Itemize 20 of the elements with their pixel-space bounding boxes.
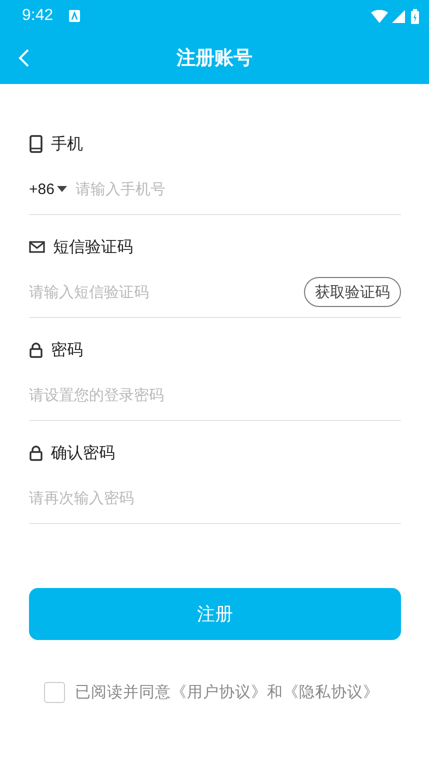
battery-icon: [411, 8, 419, 24]
status-time: 9:42: [22, 7, 54, 25]
lock-icon: [29, 342, 43, 358]
caret-icon: [57, 186, 68, 192]
field-label: 确认密码: [51, 442, 115, 464]
phone-icon: [29, 135, 43, 153]
back-icon: [18, 48, 30, 68]
field-label: 短信验证码: [53, 236, 133, 258]
page-title: 注册账号: [176, 46, 252, 71]
wifi-icon: [371, 10, 388, 22]
notification-icon: [69, 10, 80, 22]
agreement-text: 已阅读并同意《用户协议》和《隐私协议》: [75, 682, 379, 703]
envelope-icon: [29, 241, 45, 253]
field-label: 密码: [51, 340, 83, 360]
get-code-button[interactable]: 获取验证码: [304, 277, 401, 307]
field-label: 手机: [51, 134, 83, 154]
country-code-dropdown[interactable]: +86: [29, 180, 68, 198]
agreement-checkbox[interactable]: [44, 682, 65, 703]
lock-icon: [29, 445, 43, 461]
signal-icon: [392, 10, 405, 22]
